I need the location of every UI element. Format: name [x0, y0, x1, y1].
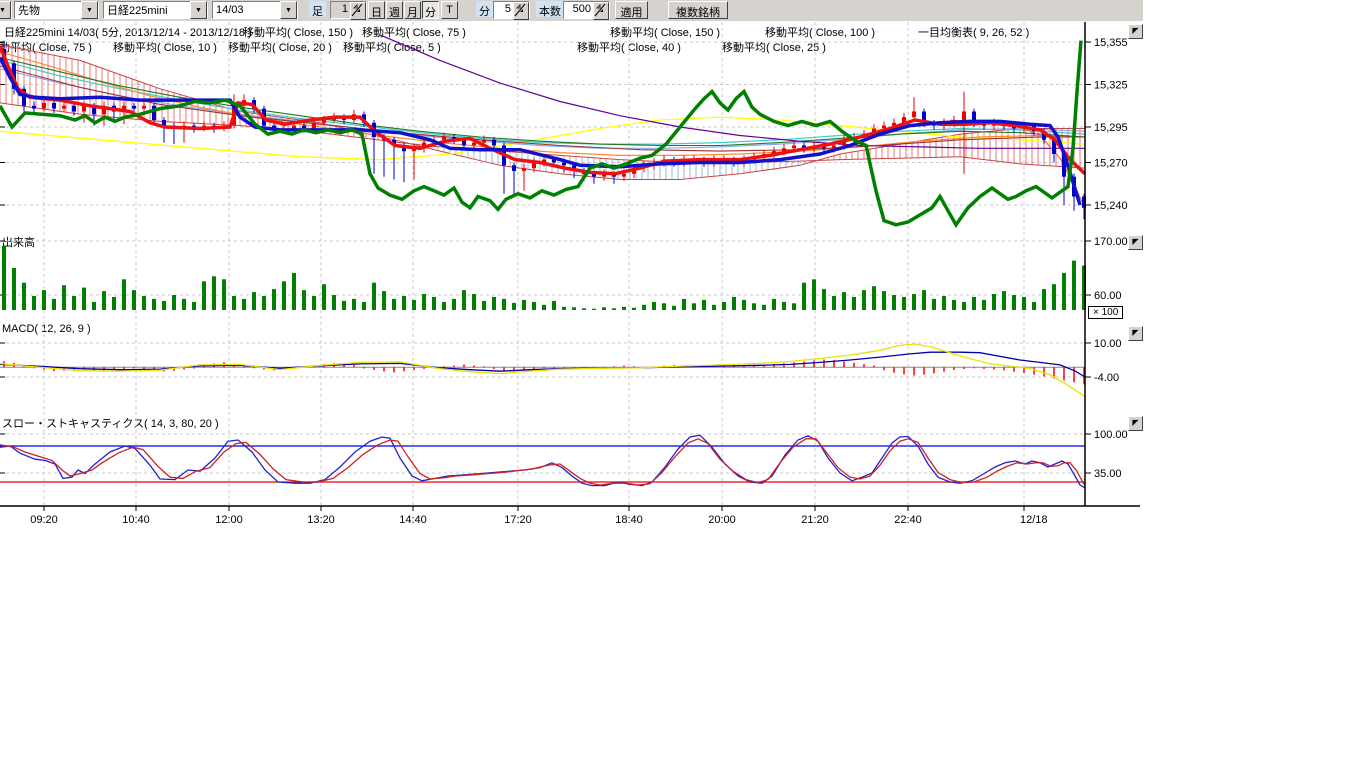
- svg-text:15,325: 15,325: [1094, 80, 1128, 92]
- weekly-button[interactable]: 週: [386, 1, 403, 19]
- symbol-combo[interactable]: 日経225mini▼: [103, 1, 208, 19]
- apply-button[interactable]: 適用: [615, 1, 648, 19]
- tick-button[interactable]: T: [441, 1, 458, 19]
- price-panel-grip-icon[interactable]: ◤: [1128, 24, 1143, 39]
- svg-text:10:40: 10:40: [122, 514, 150, 526]
- dropdown-arrow-icon[interactable]: ▼: [0, 1, 11, 19]
- spinner-updown-icon[interactable]: [350, 2, 366, 20]
- chart-canvas[interactable]: 09:20 10:40 12:00 13:20 14:40 17:20 18:40 20:00…: [0, 0, 1150, 535]
- svg-text:12:00: 12:00: [215, 514, 243, 526]
- symbol-type-combo-partial[interactable]: ▼: [0, 1, 12, 19]
- minute-interval-spinner[interactable]: 5: [493, 1, 530, 19]
- spinner-updown-icon[interactable]: [593, 2, 609, 20]
- svg-text:18:40: 18:40: [615, 514, 643, 526]
- stoch-panel-grip-icon[interactable]: ◤: [1128, 416, 1143, 431]
- svg-text:15,295: 15,295: [1094, 122, 1128, 134]
- dropdown-arrow-icon[interactable]: ▼: [190, 1, 207, 19]
- svg-text:35.00: 35.00: [1094, 468, 1122, 480]
- dropdown-arrow-icon[interactable]: ▼: [81, 1, 98, 19]
- svg-text:21:20: 21:20: [801, 514, 829, 526]
- svg-text:15,240: 15,240: [1094, 200, 1128, 212]
- volume-multiplier-badge: × 100: [1088, 306, 1123, 319]
- toolbar: ▼ 先物▼ 日経225mini▼ 14/03▼ 足 1 日 週 月 分 T 分 …: [0, 0, 1143, 21]
- volume-panel-grip-icon[interactable]: ◤: [1128, 235, 1143, 250]
- svg-text:14:40: 14:40: [399, 514, 427, 526]
- svg-text:22:40: 22:40: [894, 514, 922, 526]
- minute-button[interactable]: 分: [422, 1, 439, 19]
- svg-text:09:20: 09:20: [30, 514, 58, 526]
- minute-label: 分: [476, 1, 493, 17]
- svg-text:12/18: 12/18: [1020, 514, 1048, 526]
- svg-text:13:20: 13:20: [307, 514, 335, 526]
- svg-text:20:00: 20:00: [708, 514, 736, 526]
- svg-text:15,270: 15,270: [1094, 158, 1128, 170]
- svg-text:60.00: 60.00: [1094, 290, 1122, 302]
- svg-text:100.00: 100.00: [1094, 429, 1128, 441]
- svg-text:-4.00: -4.00: [1094, 372, 1119, 384]
- svg-text:15,355: 15,355: [1094, 37, 1128, 49]
- dropdown-arrow-icon[interactable]: ▼: [280, 1, 297, 19]
- contract-month-combo[interactable]: 14/03▼: [212, 1, 298, 19]
- svg-text:17:20: 17:20: [504, 514, 532, 526]
- svg-text:170.00: 170.00: [1094, 236, 1128, 248]
- bar-count-spinner[interactable]: 500: [563, 1, 610, 19]
- macd-panel-grip-icon[interactable]: ◤: [1128, 326, 1143, 341]
- daily-button[interactable]: 日: [368, 1, 385, 19]
- bar-interval-spinner[interactable]: 1: [330, 1, 367, 19]
- multi-symbol-button[interactable]: 複数銘柄: [668, 1, 728, 19]
- spinner-updown-icon[interactable]: [513, 2, 529, 20]
- bar-type-label: 足: [309, 1, 326, 17]
- monthly-button[interactable]: 月: [404, 1, 421, 19]
- svg-text:10.00: 10.00: [1094, 338, 1122, 350]
- trading-chart-app: ▼ 先物▼ 日経225mini▼ 14/03▼ 足 1 日 週 月 分 T 分 …: [0, 0, 1366, 768]
- category-combo[interactable]: 先物▼: [14, 1, 99, 19]
- bar-count-label: 本数: [536, 1, 564, 17]
